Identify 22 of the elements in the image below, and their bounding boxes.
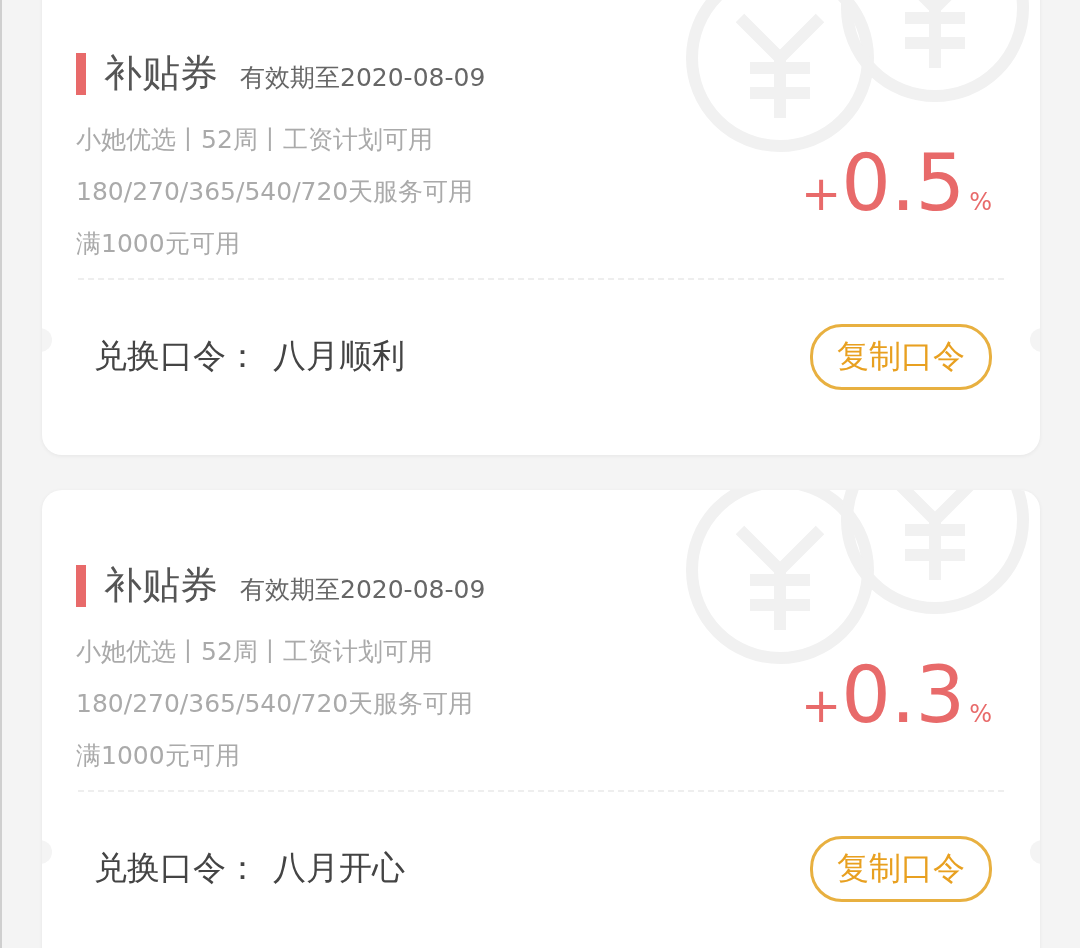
condition-text: 满1000元可用 [76,741,241,771]
condition-text: 180/270/365/540/720天服务可用 [76,689,475,719]
copy-button[interactable]: 复制口令 [810,835,992,902]
condition-text: 180/270/365/540/720天服务可用 [76,177,475,207]
condition-text: 满1000元可用 [76,229,241,259]
plus-sign: + [800,677,842,733]
copy-button[interactable]: 复制口令 [810,323,992,390]
condition-text: 小她优选丨52周丨工资计划可用 [76,125,434,155]
code-label: 兑换口令： [94,335,259,377]
percent-unit: % [969,700,992,728]
code-text: 八月顺利 [273,335,405,377]
validity-date: 有效期至2020-08-09 [240,574,486,606]
condition-text: 小她优选丨52周丨工资计划可用 [76,637,434,667]
rate-value: 0.5 [841,138,966,228]
rate-value: 0.3 [841,650,966,740]
code-text: 八月开心 [273,847,405,889]
coupon-title: 补贴券 [104,50,218,97]
coupon-title: 补贴券 [104,562,218,609]
validity-date: 有效期至2020-08-09 [240,62,486,94]
code-label: 兑换口令： [94,847,259,889]
percent-unit: % [969,188,992,216]
plus-sign: + [800,165,842,221]
